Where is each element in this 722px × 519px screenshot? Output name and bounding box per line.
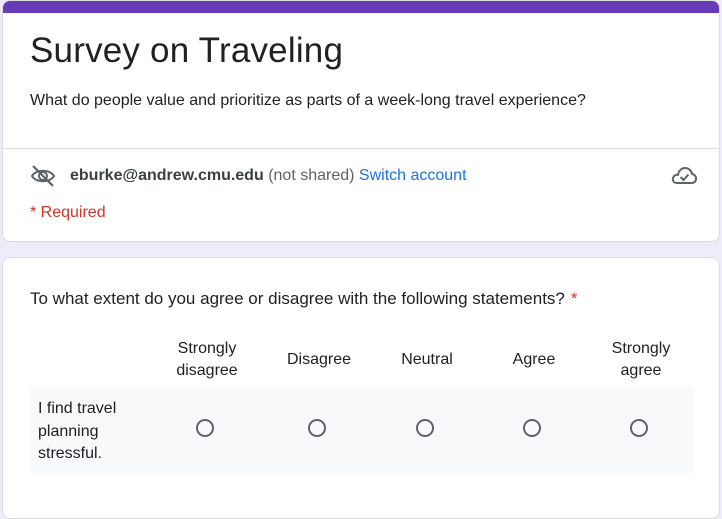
column-header-line: Strongly [177,340,237,357]
row-label: I find travel planning stressful. [38,398,138,466]
account-info: eburke@andrew.cmu.edu (not shared) Switc… [70,167,467,185]
column-header-strongly-disagree: Strongly disagree [157,338,257,382]
form-description: What do people value and prioritize as p… [30,92,586,109]
not-shared-note: (not shared) [268,167,355,184]
question-card: To what extent do you agree or disagree … [2,257,720,519]
theme-accent-bar [3,1,719,13]
column-header-line: Disagree [286,351,352,368]
column-header-disagree: Disagree [269,349,369,371]
row-label-line: stressful. [38,445,103,462]
account-email: eburke@andrew.cmu.edu [70,167,264,184]
radio-neutral[interactable] [416,419,434,437]
switch-account-link[interactable]: Switch account [359,167,467,184]
radio-disagree[interactable] [308,419,326,437]
column-header-line: agree [620,362,662,379]
required-asterisk: * [570,289,578,308]
radio-strongly-disagree[interactable] [196,419,214,437]
form-title: Survey on Traveling [30,31,344,70]
row-label-line: I find travel [38,400,117,417]
column-header-strongly-agree: Strongly agree [591,338,691,382]
column-header-agree: Agree [484,349,584,371]
visibility-off-icon [30,163,56,189]
form-header-card: Survey on Traveling What do people value… [2,0,720,242]
account-row: eburke@andrew.cmu.edu (not shared) Switc… [30,163,698,189]
grid-row: I find travel planning stressful. [30,387,694,473]
divider [3,148,719,149]
column-header-line: Neutral [401,351,453,368]
column-header-line: Strongly [611,340,671,357]
row-label-line: planning [38,422,99,440]
column-header-neutral: Neutral [377,349,477,371]
question-text: To what extent do you agree or disagree … [30,289,565,308]
required-note: * Required [30,204,106,221]
question-title: To what extent do you agree or disagree … [30,289,578,309]
radio-agree[interactable] [523,419,541,437]
column-header-line: disagree [176,362,238,379]
radio-strongly-agree[interactable] [630,419,648,437]
cloud-done-icon[interactable] [670,163,698,189]
column-header-line: Agree [512,351,556,368]
